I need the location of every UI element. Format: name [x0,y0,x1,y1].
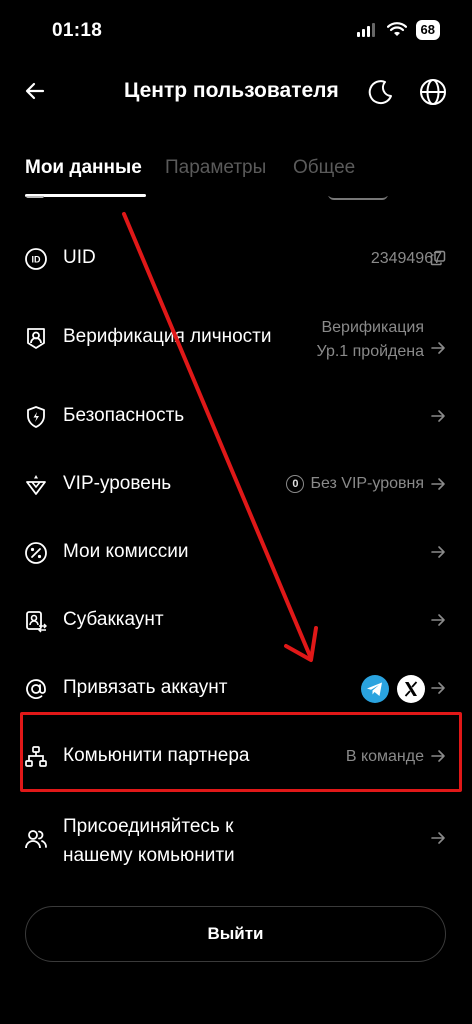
scrolled-row-remnant [0,196,472,206]
copy-icon[interactable] [430,250,446,266]
back-button[interactable] [20,76,50,106]
user-verification-icon [27,328,45,349]
telegram-icon [361,675,389,703]
arrow-right-icon [431,832,445,844]
language-button[interactable] [418,77,448,107]
subaccount-label: Субаккаунт [63,609,164,630]
verification-label: Верификация личности [63,326,272,347]
vip-status-text: Без VIP-уровня [310,475,424,492]
join-community-label-line2: нашему комьюнити [63,845,235,866]
at-sign-icon [26,679,46,699]
verification-status-line2: Ур.1 пройдена [316,343,425,360]
arrow-right-icon [431,410,445,422]
wifi-icon [386,22,407,36]
annotation-arrow [122,212,318,662]
link-account-row[interactable]: Привязать аккаунт [0,666,472,712]
users-icon [25,830,47,849]
svg-text:ID: ID [32,255,42,265]
vip-label: VIP-уровень [63,473,172,494]
verification-status: Верификация Ур.1 пройдена [317,316,425,364]
tab-parameters[interactable]: Параметры [165,157,266,179]
arrow-right-icon [431,478,445,490]
status-icons: 68 [356,20,440,40]
arrow-right-icon [431,546,445,558]
theme-toggle-button[interactable] [366,77,396,107]
moon-icon [368,80,392,105]
subaccount-icon [26,611,47,633]
arrow-right-icon [431,682,445,694]
arrow-right-icon [431,614,445,626]
globe-icon [420,79,446,105]
vip-crown-icon [26,475,46,495]
status-time: 01:18 [52,20,103,41]
shield-icon [27,406,45,428]
verification-row[interactable]: Верификация личности Верификация Ур.1 пр… [0,310,472,366]
logout-button[interactable]: Выйти [25,906,446,962]
arrow-right-icon [431,342,445,354]
linked-services [360,674,426,704]
tab-general[interactable]: Общее [293,157,355,179]
join-community-label: Присоединяйтесь к нашему комьюнити [63,812,235,870]
vip-status: 0 Без VIP-уровня [286,475,424,493]
percent-icon [25,542,47,564]
commissions-label: Мои комиссии [63,541,189,562]
uid-row: ID UID 23494967 [0,236,472,282]
verification-status-line1: Верификация [321,319,424,336]
subaccount-row[interactable]: Субаккаунт [0,598,472,644]
commissions-row[interactable]: Мои комиссии [0,530,472,576]
vip-row[interactable]: VIP-уровень 0 Без VIP-уровня [0,462,472,508]
tab-my-data[interactable]: Мои данные [25,157,142,179]
page-title: Центр пользователя [124,79,339,102]
signal-icon [356,23,375,37]
battery-indicator: 68 [415,20,440,40]
join-community-label-line1: Присоединяйтесь к [63,816,234,837]
back-arrow-icon [25,82,45,100]
id-icon: ID [25,248,47,270]
join-community-row[interactable]: Присоединяйтесь к нашему комьюнити [0,808,472,870]
x-twitter-icon [397,675,425,703]
annotation-highlight-box [20,712,462,792]
link-account-label: Привязать аккаунт [63,677,228,698]
security-row[interactable]: Безопасность [0,394,472,440]
uid-label: UID [63,247,96,268]
security-label: Безопасность [63,405,185,426]
vip-level-badge: 0 [286,475,305,493]
